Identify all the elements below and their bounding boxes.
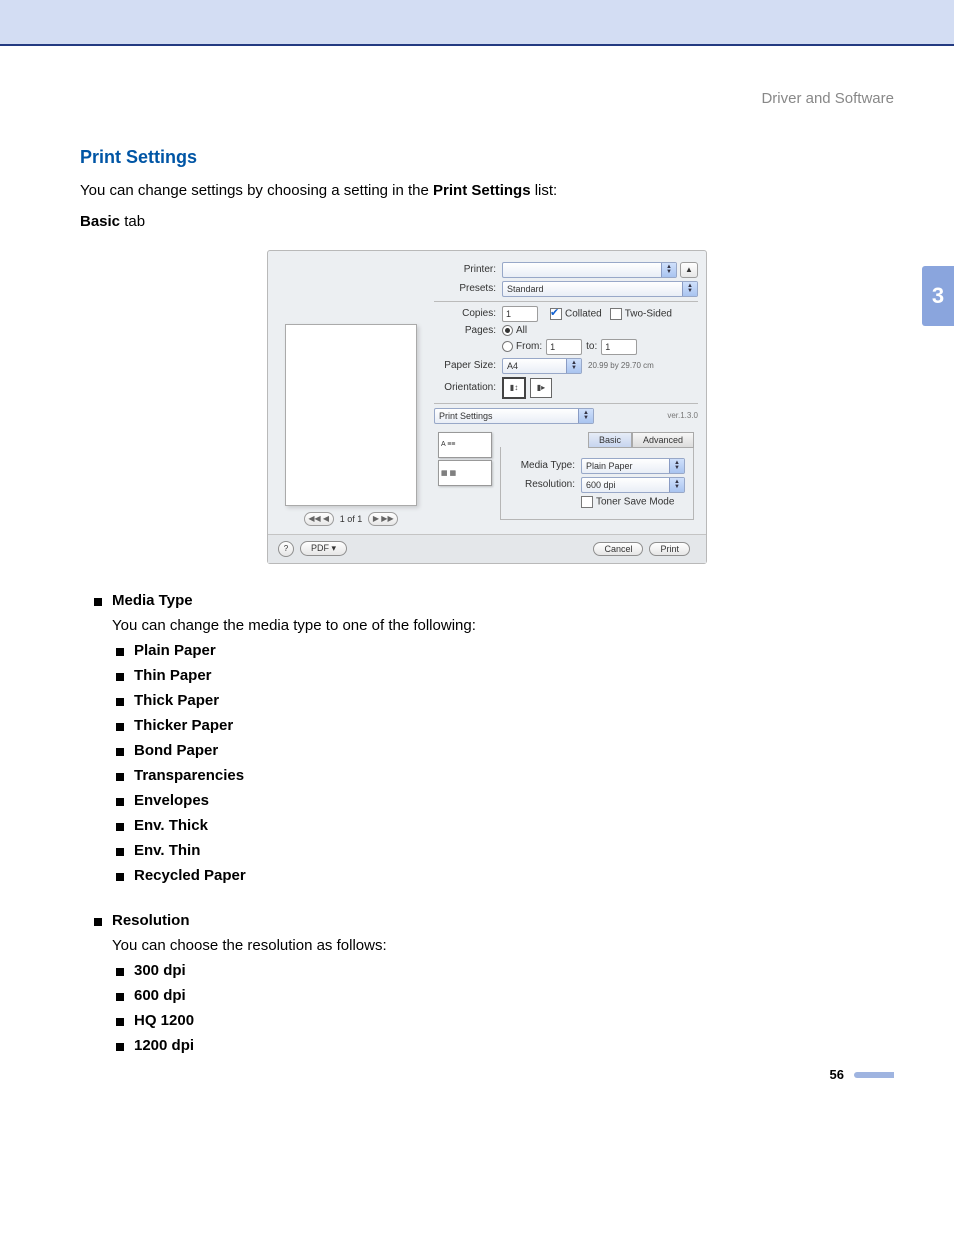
chapter-side-tab: 3 [922, 266, 954, 326]
media-type-item: Transparencies [112, 767, 894, 784]
page-content: Driver and Software 3 Print Settings You… [0, 46, 954, 1122]
top-bar [0, 0, 954, 46]
media-type-desc: You can change the media type to one of … [112, 617, 894, 634]
preview-column: ◀◀ ◀ 1 of 1 ▶ ▶▶ [276, 259, 426, 526]
resolution-field-label: Resolution: [509, 479, 575, 490]
media-type-item: Recycled Paper [112, 867, 894, 884]
preview-page-label: 1 of 1 [340, 514, 363, 524]
pages-all-radio[interactable]: All [502, 325, 527, 336]
dialog-container: ◀◀ ◀ 1 of 1 ▶ ▶▶ Printer: ▲▼ ▲ Presets: … [267, 250, 707, 564]
resolution-heading: Resolution [112, 912, 190, 929]
paper-size-select[interactable]: A4▲▼ [502, 358, 582, 374]
orientation-landscape[interactable]: ▮▸ [530, 378, 552, 398]
resolution-section: Resolution You can choose the resolution… [80, 912, 894, 1054]
intro-after: list: [531, 182, 558, 199]
paper-size-label: Paper Size: [434, 360, 496, 371]
paper-size-dim: 20.99 by 29.70 cm [588, 361, 654, 370]
resolution-item: 1200 dpi [112, 1037, 894, 1054]
page-number: 56 [830, 1067, 894, 1082]
media-type-item: Thicker Paper [112, 717, 894, 734]
presets-label: Presets: [434, 283, 496, 294]
intro-bold: Print Settings [433, 182, 531, 199]
intro-text: You can change settings by choosing a se… [80, 180, 894, 203]
version-label: ver.1.3.0 [667, 411, 698, 420]
resolution-desc: You can choose the resolution as follows… [112, 937, 894, 954]
print-settings-select[interactable]: Print Settings▲▼ [434, 408, 594, 424]
media-type-item: Envelopes [112, 792, 894, 809]
collated-checkbox[interactable]: ✔Collated [550, 308, 602, 320]
pages-from-radio[interactable]: From: [502, 341, 542, 352]
orientation-portrait[interactable]: ▮↕ [502, 377, 526, 399]
section-title: Print Settings [80, 147, 894, 168]
tab-basic[interactable]: Basic [588, 432, 632, 448]
toner-save-checkbox[interactable]: Toner Save Mode [581, 496, 674, 508]
breadcrumb: Driver and Software [80, 90, 894, 107]
copies-label: Copies: [434, 308, 496, 319]
print-dialog: ◀◀ ◀ 1 of 1 ▶ ▶▶ Printer: ▲▼ ▲ Presets: … [267, 250, 707, 564]
help-button[interactable]: ? [278, 541, 294, 557]
copies-input[interactable]: 1 [502, 306, 538, 322]
printer-info-button[interactable]: ▲ [680, 262, 698, 278]
print-button[interactable]: Print [649, 542, 690, 556]
pages-to-label: to: [586, 341, 597, 352]
preview-prev-button[interactable]: ◀◀ ◀ [304, 512, 334, 526]
media-type-item: Thin Paper [112, 667, 894, 684]
resolution-item: HQ 1200 [112, 1012, 894, 1029]
printer-select[interactable]: ▲▼ [502, 262, 677, 278]
pdf-button[interactable]: PDF ▾ [300, 541, 347, 556]
media-type-heading: Media Type [112, 592, 193, 609]
presets-select[interactable]: Standard▲▼ [502, 281, 698, 297]
preview-next-button[interactable]: ▶ ▶▶ [368, 512, 398, 526]
cancel-button[interactable]: Cancel [593, 542, 643, 556]
media-type-item: Thick Paper [112, 692, 894, 709]
intro-before: You can change settings by choosing a se… [80, 182, 433, 199]
printer-label: Printer: [434, 264, 496, 275]
sub-intro-bold: Basic [80, 213, 120, 230]
media-type-item: Env. Thin [112, 842, 894, 859]
resolution-item: 300 dpi [112, 962, 894, 979]
media-type-item: Bond Paper [112, 742, 894, 759]
tab-advanced[interactable]: Advanced [632, 432, 694, 448]
media-type-item: Env. Thick [112, 817, 894, 834]
sub-intro: Basic tab [80, 213, 894, 230]
pages-label: Pages: [434, 325, 496, 336]
orientation-label: Orientation: [434, 382, 496, 393]
layout-thumbnails: A ≡≡ ▦ ▦ [438, 432, 492, 520]
preview-page [285, 324, 417, 506]
resolution-item: 600 dpi [112, 987, 894, 1004]
media-type-label: Media Type: [509, 460, 575, 471]
pages-to-input[interactable]: 1 [601, 339, 637, 355]
sub-intro-after: tab [120, 213, 145, 230]
media-type-section: Media Type You can change the media type… [80, 592, 894, 884]
pages-from-input[interactable]: 1 [546, 339, 582, 355]
two-sided-checkbox[interactable]: Two-Sided [610, 308, 672, 320]
media-type-item: Plain Paper [112, 642, 894, 659]
media-type-select[interactable]: Plain Paper▲▼ [581, 458, 685, 474]
resolution-select[interactable]: 600 dpi▲▼ [581, 477, 685, 493]
